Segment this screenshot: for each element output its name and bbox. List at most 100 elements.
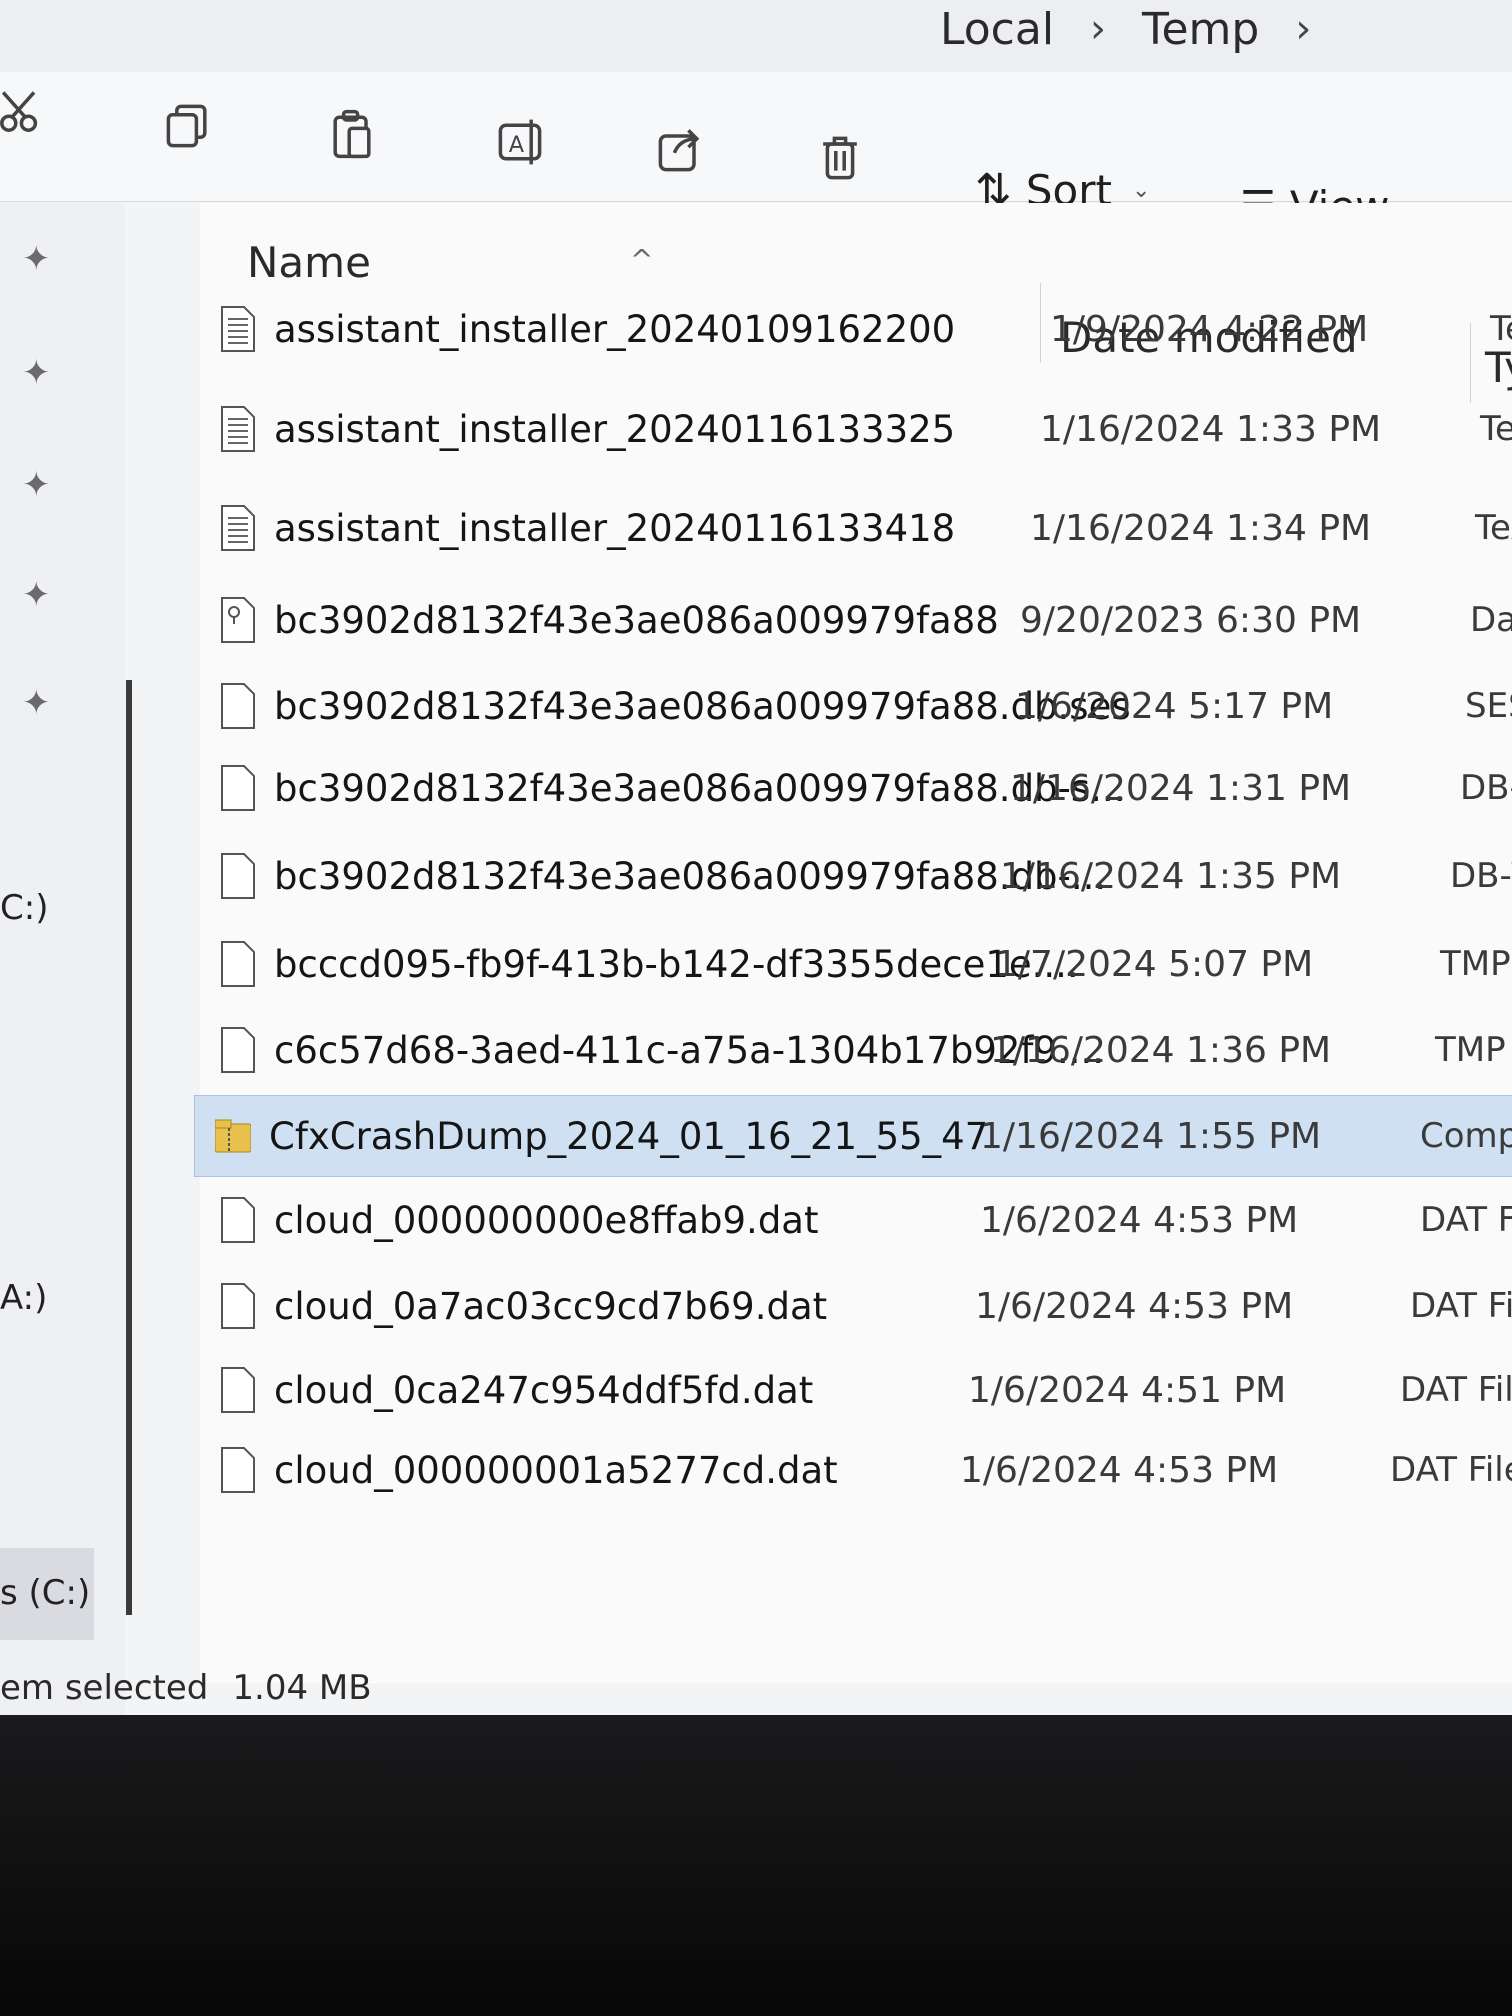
pin-icon[interactable]: ✦ xyxy=(22,575,62,615)
breadcrumb: Local › Temp › xyxy=(940,0,1311,64)
navigation-pane: ✦ ✦ ✦ ✦ ✦ C:) A:) s (C:) xyxy=(0,203,125,1715)
breadcrumb-item-local[interactable]: Local xyxy=(940,4,1054,55)
data-file-icon xyxy=(221,597,255,643)
rename-button[interactable]: A xyxy=(480,102,560,182)
file-row[interactable]: bc3902d8132f43e3ae086a009979fa88.db.ses 1… xyxy=(200,665,1512,747)
file-name: bc3902d8132f43e3ae086a009979fa88.db.ses xyxy=(274,684,1131,728)
file-date-modified: 1/6/2024 4:53 PM xyxy=(980,1199,1299,1241)
file-name: bc3902d8132f43e3ae086a009979fa88 xyxy=(274,598,999,642)
sort-ascending-icon: ^ xyxy=(630,243,654,276)
file-row[interactable]: cloud_000000000e8ffab9.dat 1/6/2024 4:53 … xyxy=(200,1179,1512,1261)
file-name: bc3902d8132f43e3ae086a009979fa88.db-s... xyxy=(274,766,1126,810)
zip-folder-icon xyxy=(215,1119,251,1153)
file-row[interactable]: bc3902d8132f43e3ae086a009979fa88 9/20/202… xyxy=(200,579,1512,661)
pin-icon[interactable]: ✦ xyxy=(22,353,62,393)
file-type: Data xyxy=(1470,600,1512,640)
svg-text:A: A xyxy=(509,132,525,158)
file-date-modified: 1/7/2024 5:07 PM xyxy=(995,943,1314,985)
blank-file-icon xyxy=(221,1027,255,1073)
file-name: bcccd095-fb9f-413b-b142-df3355dece1e.... xyxy=(274,942,1079,986)
file-type: DAT File xyxy=(1390,1450,1512,1490)
file-date-modified: 1/9/2024 4:22 PM xyxy=(1050,308,1369,350)
trash-icon xyxy=(823,136,857,180)
text-file-icon xyxy=(221,505,255,551)
file-list: Name ^ Date modified Ty assistant_instal… xyxy=(194,203,1512,1683)
nav-drive-c[interactable]: C:) xyxy=(0,888,48,928)
file-name: bc3902d8132f43e3ae086a009979fa88.db-... xyxy=(274,854,1107,898)
file-row[interactable]: cloud_000000001a5277cd.dat 1/6/2024 4:53 … xyxy=(200,1429,1512,1511)
breadcrumb-separator-icon: › xyxy=(1090,6,1107,52)
file-date-modified: 1/16/2024 1:36 PM xyxy=(990,1029,1332,1071)
file-row[interactable]: bc3902d8132f43e3ae086a009979fa88.db-... 1… xyxy=(200,835,1512,917)
file-name: assistant_installer_20240109162200 xyxy=(274,307,956,351)
blank-file-icon xyxy=(221,1367,255,1413)
file-date-modified: 1/6/2024 4:51 PM xyxy=(968,1369,1287,1411)
paste-button[interactable] xyxy=(312,94,392,174)
blank-file-icon xyxy=(221,683,255,729)
file-type: SES Fil xyxy=(1465,686,1512,726)
share-icon xyxy=(658,129,700,172)
file-date-modified: 1/16/2024 1:55 PM xyxy=(980,1115,1322,1157)
file-date-modified: 1/16/2024 1:31 PM xyxy=(1010,767,1352,809)
blank-file-icon xyxy=(221,1447,255,1493)
delete-button[interactable] xyxy=(800,118,880,198)
file-name: CfxCrashDump_2024_01_16_21_55_47 xyxy=(269,1114,989,1158)
file-date-modified: 1/6/2024 5:17 PM xyxy=(1015,685,1334,727)
file-type: TMP File xyxy=(1440,944,1512,984)
scissors-icon xyxy=(0,91,38,132)
copy-button[interactable] xyxy=(148,86,228,166)
file-type: DB-SHI xyxy=(1460,768,1512,808)
pin-icon[interactable]: ✦ xyxy=(22,465,62,505)
file-name: cloud_000000001a5277cd.dat xyxy=(274,1448,838,1492)
file-type: TMP File xyxy=(1435,1030,1512,1070)
file-explorer-window: Local › Temp › A ⇅ Sort ⌄ ☰ View xyxy=(0,0,1512,1715)
breadcrumb-item-temp[interactable]: Temp xyxy=(1142,4,1259,55)
nav-drive-c-selected[interactable]: s (C:) xyxy=(0,1573,90,1613)
pin-icon[interactable]: ✦ xyxy=(22,239,62,279)
breadcrumb-separator-icon[interactable]: › xyxy=(1295,6,1311,52)
file-date-modified: 1/16/2024 1:33 PM xyxy=(1040,408,1382,450)
file-row[interactable]: bc3902d8132f43e3ae086a009979fa88.db-s...… xyxy=(200,747,1512,829)
status-selection: em selected xyxy=(0,1668,209,1708)
file-row[interactable]: CfxCrashDump_2024_01_16_21_55_47 1/16/202… xyxy=(194,1095,1512,1177)
file-name: cloud_000000000e8ffab9.dat xyxy=(274,1198,819,1242)
file-row[interactable]: c6c57d68-3aed-411c-a75a-1304b17b92f9....… xyxy=(200,1009,1512,1091)
blank-file-icon xyxy=(221,1197,255,1243)
file-row[interactable]: cloud_0a7ac03cc9cd7b69.dat 1/6/2024 4:53 … xyxy=(200,1265,1512,1347)
file-date-modified: 1/16/2024 1:34 PM xyxy=(1030,507,1372,549)
text-file-icon xyxy=(221,406,255,452)
column-header-name[interactable]: Name xyxy=(247,238,371,287)
file-row[interactable]: assistant_installer_20240109162200 1/9/20… xyxy=(200,288,1512,370)
nav-drive-a[interactable]: A:) xyxy=(0,1278,47,1318)
file-type: DAT File xyxy=(1420,1200,1512,1240)
file-row[interactable]: assistant_installer_20240116133325 1/16/2… xyxy=(200,388,1512,470)
file-name: assistant_installer_20240116133418 xyxy=(274,506,956,550)
file-type: Compresse xyxy=(1420,1116,1512,1156)
command-bar: A ⇅ Sort ⌄ ☰ View ⌄ xyxy=(0,72,1512,231)
monitor-bezel xyxy=(0,1715,1512,2016)
file-row[interactable]: bcccd095-fb9f-413b-b142-df3355dece1e....… xyxy=(200,923,1512,1005)
copy-icon xyxy=(166,104,207,148)
status-bar: em selected 1.04 MB xyxy=(0,1668,372,1714)
file-date-modified: 1/6/2024 4:53 PM xyxy=(975,1285,1294,1327)
pin-icon[interactable]: ✦ xyxy=(22,683,62,723)
file-date-modified: 9/20/2023 6:30 PM xyxy=(1020,599,1362,641)
rename-icon: A xyxy=(498,119,542,165)
status-size: 1.04 MB xyxy=(232,1668,372,1708)
file-name: cloud_0ca247c954ddf5fd.dat xyxy=(274,1368,814,1412)
file-type: DB-WAL xyxy=(1450,856,1512,896)
blank-file-icon xyxy=(221,765,255,811)
blank-file-icon xyxy=(221,1283,255,1329)
blank-file-icon xyxy=(221,941,255,987)
cut-button[interactable] xyxy=(0,72,60,152)
file-type: DAT File xyxy=(1410,1286,1512,1326)
file-row[interactable]: cloud_0ca247c954ddf5fd.dat 1/6/2024 4:51 … xyxy=(200,1349,1512,1431)
file-type: Text xyxy=(1475,508,1512,548)
share-button[interactable] xyxy=(640,110,720,190)
file-row[interactable]: assistant_installer_20240116133418 1/16/2… xyxy=(200,487,1512,569)
chevron-down-icon: ⌄ xyxy=(1131,177,1151,203)
text-file-icon xyxy=(221,306,255,352)
file-date-modified: 1/16/2024 1:35 PM xyxy=(1000,855,1342,897)
nav-scrollbar[interactable] xyxy=(126,680,132,1615)
file-type: Tex xyxy=(1490,309,1512,349)
